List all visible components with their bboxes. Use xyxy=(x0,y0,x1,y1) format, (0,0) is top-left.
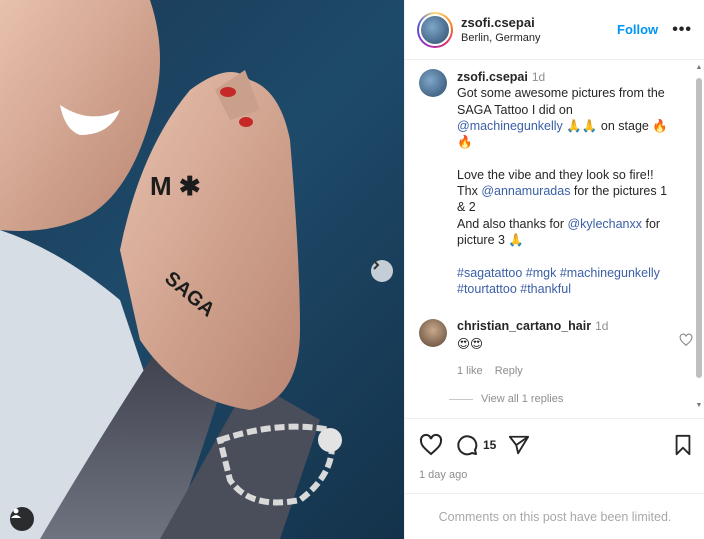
comment-text: 😍😍 xyxy=(457,337,484,352)
post-side-panel: zsofi.csepai Berlin, Germany Follow ••• … xyxy=(404,0,704,539)
comment-time: 1d xyxy=(595,319,609,334)
share-send-icon[interactable] xyxy=(508,434,530,456)
comments-limited-notice: Comments on this post have been limited. xyxy=(405,493,704,539)
comments-section[interactable]: zsofi.csepai 1d Got some awesome pictures… xyxy=(405,61,704,416)
caption-time: 1d xyxy=(531,70,546,84)
view-replies-button[interactable]: View all 1 replies xyxy=(449,393,693,405)
mention-link[interactable]: @annamuradas xyxy=(481,184,570,198)
scroll-thumb[interactable] xyxy=(696,78,702,378)
author-username[interactable]: zsofi.csepai xyxy=(461,15,617,30)
bookmark-save-icon[interactable] xyxy=(673,434,693,456)
carousel-next-button[interactable] xyxy=(371,260,393,282)
comment-like-heart-icon[interactable] xyxy=(679,333,693,347)
photo-illustration: SAGA M ✱ xyxy=(0,0,342,539)
comment-count: 15 xyxy=(483,438,497,452)
caption-text-2: Love the vibe and they look so fire!! xyxy=(457,167,654,182)
follow-button[interactable]: Follow xyxy=(617,22,658,37)
more-options-icon[interactable]: ••• xyxy=(672,21,692,39)
user-tag-icon xyxy=(11,508,21,518)
hashtags[interactable]: #sagatattoo #mgk #machinegunkelly #tourt… xyxy=(457,266,660,296)
post-photo[interactable]: SAGA M ✱ xyxy=(0,0,404,539)
commenter-avatar[interactable] xyxy=(419,319,447,348)
caption-text-3: Thx xyxy=(457,184,482,199)
view-replies-label: View all 1 replies xyxy=(481,393,564,406)
mention-link[interactable]: @machinegunkelly xyxy=(457,119,563,133)
commenter-username[interactable]: christian_cartano_hair xyxy=(457,319,591,333)
comment-bubble-icon[interactable] xyxy=(455,433,479,457)
post-header: zsofi.csepai Berlin, Germany Follow ••• xyxy=(405,0,704,60)
scroll-up-arrow-icon[interactable]: ▲ xyxy=(695,64,703,72)
post-caption: zsofi.csepai 1d Got some awesome pictures… xyxy=(419,69,693,297)
post-location[interactable]: Berlin, Germany xyxy=(461,32,617,44)
mention-link[interactable]: @kylechanxx xyxy=(567,217,642,231)
like-heart-icon[interactable] xyxy=(419,433,443,457)
comment-item: christian_cartano_hair 1d 😍😍 1 like Reply xyxy=(419,319,693,377)
comment-reply-button[interactable]: Reply xyxy=(495,365,523,377)
chevron-right-icon xyxy=(373,260,380,270)
user-tag-button[interactable] xyxy=(10,507,34,531)
scroll-down-arrow-icon[interactable]: ▼ xyxy=(695,402,703,410)
post-actions: 15 1 day ago xyxy=(405,418,704,481)
caption-text-1: Got some awesome pictures from the SAGA … xyxy=(457,86,665,117)
post-date[interactable]: 1 day ago xyxy=(419,469,693,481)
caption-avatar[interactable] xyxy=(419,69,447,97)
caption-username[interactable]: zsofi.csepai xyxy=(457,70,528,84)
author-avatar[interactable] xyxy=(417,11,453,48)
svg-text:M ✱: M ✱ xyxy=(150,171,201,201)
comment-likes[interactable]: 1 like xyxy=(457,365,483,377)
caption-text-5: And also thanks for xyxy=(457,216,568,231)
